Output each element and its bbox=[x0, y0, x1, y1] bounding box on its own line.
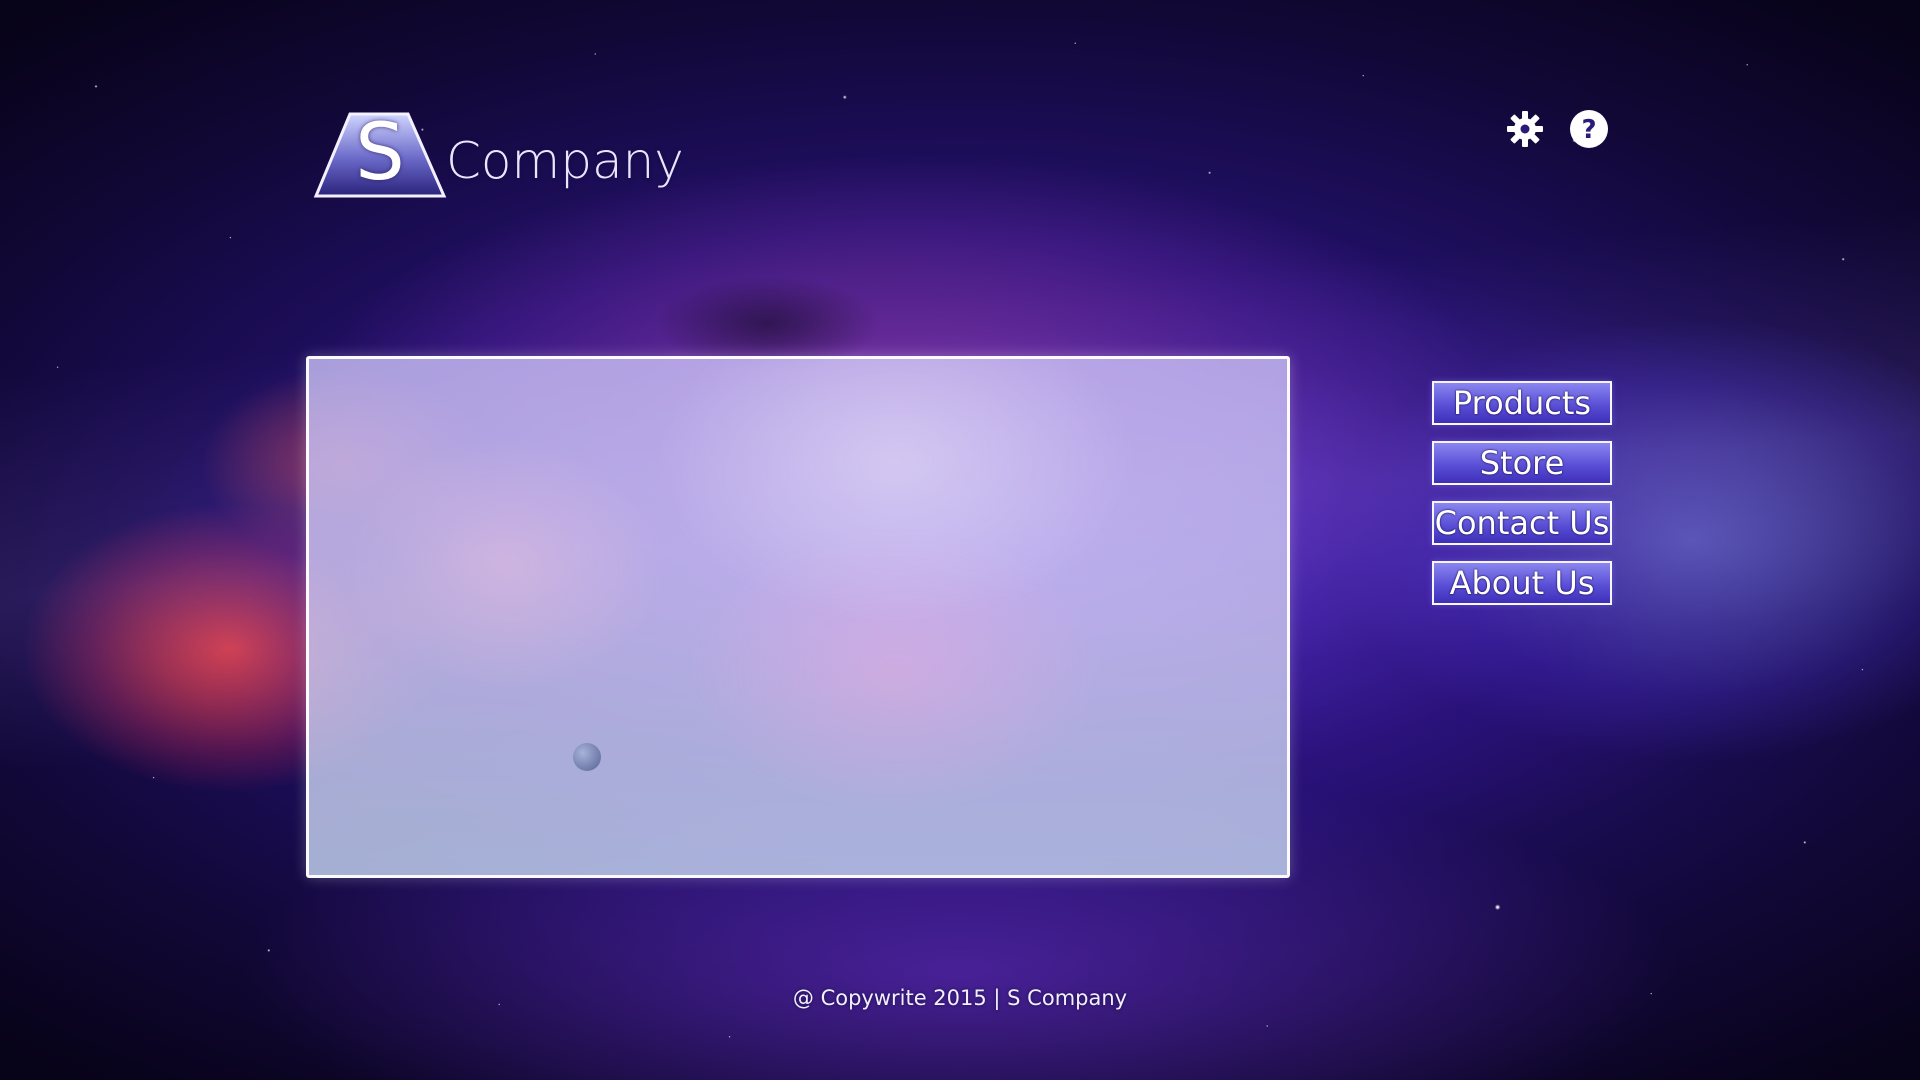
svg-text:?: ? bbox=[1581, 115, 1596, 145]
logo-letter: S bbox=[355, 108, 405, 198]
footer-copyright: @ Copywrite 2015 | S Company bbox=[792, 986, 1128, 1010]
app-window: S Company ? Products Store Contact Us Ab… bbox=[0, 0, 1920, 1080]
settings-button[interactable] bbox=[1504, 108, 1546, 150]
nav-store-button[interactable]: Store bbox=[1432, 441, 1612, 485]
main-navigation: Products Store Contact Us About Us bbox=[1432, 381, 1612, 605]
planet-decoration bbox=[573, 743, 601, 771]
help-icon: ? bbox=[1570, 110, 1608, 148]
logo-wordmark: Company bbox=[446, 132, 684, 190]
content-panel bbox=[306, 356, 1290, 878]
top-toolbar: ? bbox=[1504, 108, 1610, 150]
help-button[interactable]: ? bbox=[1568, 108, 1610, 150]
gear-icon bbox=[1507, 111, 1543, 147]
logo-triangle-mark: S bbox=[312, 108, 448, 200]
nav-about-us-button[interactable]: About Us bbox=[1432, 561, 1612, 605]
company-logo[interactable]: S Company bbox=[312, 104, 684, 200]
nav-products-button[interactable]: Products bbox=[1432, 381, 1612, 425]
nav-contact-us-button[interactable]: Contact Us bbox=[1432, 501, 1612, 545]
